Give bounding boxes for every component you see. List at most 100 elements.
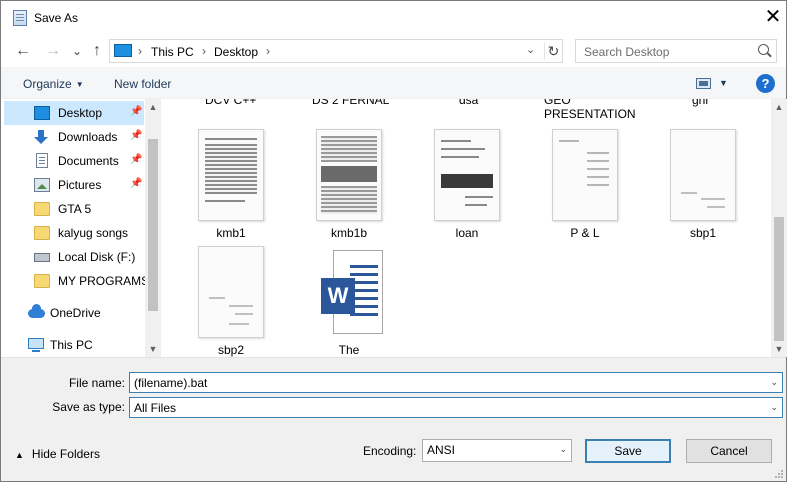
change-view-icon[interactable] bbox=[696, 78, 711, 89]
sidebar-item-kalyug-songs[interactable]: kalyug songs bbox=[4, 221, 144, 245]
encoding-select[interactable]: ANSI ⌄ bbox=[422, 439, 572, 462]
help-icon[interactable]: ? bbox=[756, 74, 775, 93]
folder-icon bbox=[34, 202, 50, 216]
caret-down-icon: ▼ bbox=[75, 80, 84, 89]
save-as-dialog: Save As ✕ ← → ⌄ ↑ › This PC › Desktop › … bbox=[0, 0, 787, 482]
new-folder-button[interactable]: New folder bbox=[114, 77, 171, 91]
save-type-select[interactable]: All Files ⌄ bbox=[129, 397, 783, 418]
file-item-kmb1[interactable]: kmb1 bbox=[181, 129, 281, 247]
file-label[interactable]: GEO PRESENTATION bbox=[544, 99, 640, 121]
sidebar-item-downloads[interactable]: Downloads 📌 bbox=[4, 125, 144, 149]
address-row: ← → ⌄ ↑ › This PC › Desktop › ⌄ ↻ Search… bbox=[1, 35, 786, 67]
chevron-right-icon[interactable]: › bbox=[138, 44, 142, 58]
document-thumbnail bbox=[552, 129, 618, 221]
chevron-down-icon[interactable]: ⌄ bbox=[526, 43, 535, 56]
navigation-scrollbar[interactable]: ▲ ▼ bbox=[145, 99, 161, 357]
file-label[interactable]: gnr bbox=[692, 99, 709, 107]
desktop-icon bbox=[34, 106, 50, 120]
resize-grip-icon[interactable] bbox=[773, 468, 783, 478]
sidebar-item-my-programs[interactable]: MY PROGRAMS bbox=[4, 269, 149, 293]
sidebar-item-label: Local Disk (F:) bbox=[58, 250, 136, 264]
encoding-value[interactable]: ANSI bbox=[427, 443, 455, 457]
file-label[interactable]: dsa bbox=[459, 99, 478, 107]
folder-icon bbox=[34, 226, 50, 240]
hide-folders-button[interactable]: ▲ Hide Folders bbox=[15, 447, 100, 461]
scroll-thumb[interactable] bbox=[148, 139, 158, 311]
document-thumbnail bbox=[670, 129, 736, 221]
file-label: P & L bbox=[570, 226, 600, 240]
download-icon bbox=[34, 130, 48, 144]
pin-icon: 📌 bbox=[130, 154, 143, 165]
sidebar-item-label: OneDrive bbox=[50, 306, 101, 320]
sidebar-item-desktop[interactable]: Desktop 📌 bbox=[4, 101, 144, 125]
file-label[interactable]: DCV C++ bbox=[205, 99, 256, 107]
search-box[interactable]: Search Desktop bbox=[575, 39, 777, 63]
breadcrumb-this-pc[interactable]: This PC bbox=[151, 45, 194, 59]
onedrive-icon bbox=[28, 304, 45, 318]
content-scrollbar[interactable]: ▲ ▼ bbox=[771, 99, 787, 357]
title-bar: Save As ✕ bbox=[1, 1, 786, 35]
scroll-down-icon[interactable]: ▼ bbox=[771, 341, 787, 357]
sidebar-item-onedrive[interactable]: OneDrive bbox=[4, 301, 144, 325]
recent-locations-button[interactable]: ⌄ bbox=[67, 40, 87, 62]
sidebar-item-gta-5[interactable]: GTA 5 bbox=[4, 197, 144, 221]
file-label: loan bbox=[455, 226, 479, 240]
cancel-button[interactable]: Cancel bbox=[686, 439, 772, 463]
documents-icon bbox=[36, 153, 48, 168]
scroll-up-icon[interactable]: ▲ bbox=[771, 99, 787, 115]
file-name-value[interactable]: (filename).bat bbox=[134, 376, 207, 390]
save-type-value[interactable]: All Files bbox=[134, 401, 176, 415]
disk-icon bbox=[34, 253, 50, 262]
encoding-label: Encoding: bbox=[363, 444, 417, 458]
navigation-pane: Desktop 📌 Downloads 📌 Documents 📌 Pictur… bbox=[1, 99, 161, 357]
file-list: DCV C++ DS 2 FERNAL dsa GEO PRESENTATION… bbox=[162, 99, 771, 357]
document-thumbnail bbox=[198, 129, 264, 221]
file-item-p-and-l[interactable]: P & L bbox=[535, 129, 635, 247]
file-item-sbp1[interactable]: sbp1 bbox=[653, 129, 753, 247]
organize-label: Organize bbox=[23, 77, 72, 91]
address-bar[interactable]: › This PC › Desktop › ⌄ ↻ bbox=[109, 39, 563, 63]
caret-down-icon[interactable]: ▼ bbox=[719, 78, 728, 88]
window-title: Save As bbox=[34, 11, 79, 25]
file-item-sbp2[interactable]: sbp2 bbox=[181, 246, 281, 357]
scroll-down-icon[interactable]: ▼ bbox=[145, 341, 161, 357]
sidebar-item-this-pc[interactable]: This PC bbox=[4, 333, 144, 357]
sidebar-item-label: MY PROGRAMS bbox=[58, 274, 150, 288]
pin-icon: 📌 bbox=[130, 130, 143, 141]
breadcrumb-desktop[interactable]: Desktop bbox=[214, 45, 258, 59]
organize-menu[interactable]: Organize ▼ bbox=[23, 77, 84, 91]
save-button[interactable]: Save bbox=[585, 439, 671, 463]
file-item-the[interactable]: W The bbox=[299, 246, 399, 357]
file-name-field[interactable]: (filename).bat ⌄ bbox=[129, 372, 783, 393]
sidebar-item-label: Desktop bbox=[58, 106, 103, 120]
sidebar-item-documents[interactable]: Documents 📌 bbox=[4, 149, 144, 173]
chevron-down-icon[interactable]: ⌄ bbox=[559, 444, 567, 455]
file-item-kmb1b[interactable]: kmb1b bbox=[299, 129, 399, 247]
forward-button[interactable]: → bbox=[43, 40, 63, 62]
chevron-right-icon[interactable]: › bbox=[202, 44, 206, 58]
file-item-loan[interactable]: loan bbox=[417, 129, 517, 247]
refresh-button[interactable]: ↻ bbox=[544, 42, 562, 60]
save-form: File name: (filename).bat ⌄ Save as type… bbox=[1, 357, 786, 481]
chevron-right-icon[interactable]: › bbox=[266, 44, 270, 58]
file-label: kmb1b bbox=[330, 226, 368, 240]
file-label: The bbox=[338, 343, 360, 357]
chevron-down-icon[interactable]: ⌄ bbox=[770, 377, 778, 388]
up-button[interactable]: ↑ bbox=[87, 40, 107, 62]
search-icon[interactable] bbox=[758, 44, 769, 55]
hide-folders-label: Hide Folders bbox=[31, 447, 100, 461]
chevron-down-icon[interactable]: ⌄ bbox=[770, 402, 778, 413]
scroll-thumb[interactable] bbox=[774, 217, 784, 341]
word-document-icon: W bbox=[321, 250, 383, 334]
search-input[interactable]: Search Desktop bbox=[584, 45, 669, 59]
pictures-icon bbox=[34, 178, 50, 192]
file-label[interactable]: DS 2 FERNAL bbox=[312, 99, 389, 107]
file-name-label: File name: bbox=[68, 376, 125, 390]
chevron-up-icon: ▲ bbox=[15, 450, 24, 460]
sidebar-item-local-disk-f[interactable]: Local Disk (F:) bbox=[4, 245, 144, 269]
folder-icon bbox=[34, 274, 50, 288]
back-button[interactable]: ← bbox=[13, 40, 33, 62]
scroll-up-icon[interactable]: ▲ bbox=[145, 99, 161, 115]
close-button[interactable]: ✕ bbox=[759, 3, 787, 31]
sidebar-item-pictures[interactable]: Pictures 📌 bbox=[4, 173, 144, 197]
